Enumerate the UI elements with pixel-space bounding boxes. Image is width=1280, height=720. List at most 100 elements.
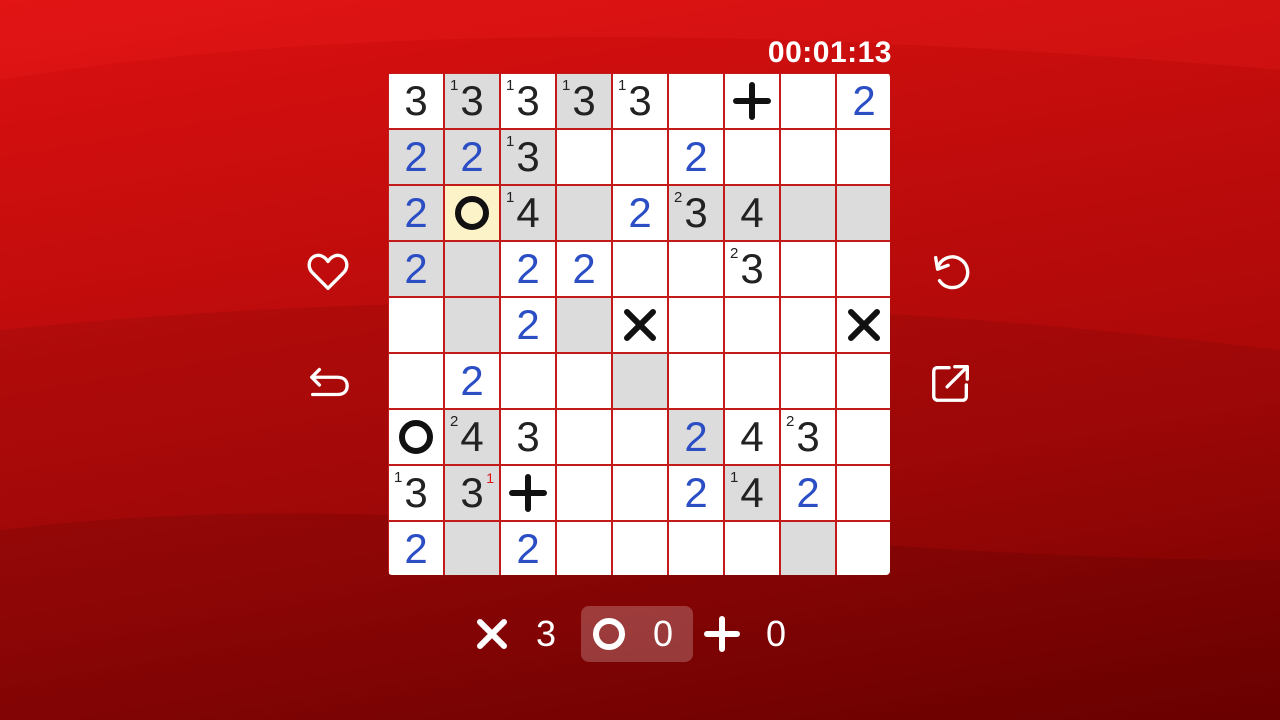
grid-cell-r8-c2[interactable]: 31 <box>445 466 499 520</box>
grid-cell-r7-c9[interactable] <box>837 410 890 464</box>
grid-cell-r7-c5[interactable] <box>613 410 667 464</box>
favorite-button[interactable] <box>302 246 354 298</box>
cell-number: 4 <box>460 413 484 460</box>
grid-cell-r6-c8[interactable] <box>781 354 835 408</box>
grid-cell-r3-c7[interactable]: 4 <box>725 186 779 240</box>
grid-cell-r7-c3[interactable]: 3 <box>501 410 555 464</box>
grid-cell-r6-c7[interactable] <box>725 354 779 408</box>
grid-cell-r7-c8[interactable]: 32 <box>781 410 835 464</box>
grid-cell-r7-c4[interactable] <box>557 410 611 464</box>
cell-number: 3 <box>460 469 484 516</box>
grid-cell-r9-c5[interactable] <box>613 522 667 575</box>
grid-cell-r1-c4[interactable]: 31 <box>557 74 611 128</box>
grid-cell-r1-c6[interactable] <box>669 74 723 128</box>
mark-toolbar: 3 0 0 <box>468 606 808 662</box>
grid-cell-r8-c8[interactable]: 2 <box>781 466 835 520</box>
grid-cell-r8-c4[interactable] <box>557 466 611 520</box>
cell-hint-number: 1 <box>506 189 515 206</box>
grid-cell-r9-c2[interactable] <box>445 522 499 575</box>
grid-cell-r4-c4[interactable]: 2 <box>557 242 611 296</box>
grid-cell-r4-c8[interactable] <box>781 242 835 296</box>
grid-cell-r9-c9[interactable] <box>837 522 890 575</box>
grid-cell-r6-c2[interactable]: 2 <box>445 354 499 408</box>
grid-cell-r3-c3[interactable]: 41 <box>501 186 555 240</box>
grid-cell-r5-c5[interactable] <box>613 298 667 352</box>
cell-number: 3 <box>404 77 428 124</box>
grid-cell-r2-c3[interactable]: 31 <box>501 130 555 184</box>
grid-cell-r5-c8[interactable] <box>781 298 835 352</box>
grid-cell-r5-c3[interactable]: 2 <box>501 298 555 352</box>
grid-cell-r5-c6[interactable] <box>669 298 723 352</box>
grid-cell-r5-c7[interactable] <box>725 298 779 352</box>
grid-cell-r1-c7[interactable] <box>725 74 779 128</box>
grid-cell-r7-c6[interactable]: 2 <box>669 410 723 464</box>
circle-icon <box>593 618 625 650</box>
grid-cell-r3-c6[interactable]: 32 <box>669 186 723 240</box>
grid-cell-r6-c6[interactable] <box>669 354 723 408</box>
grid-cell-r8-c5[interactable] <box>613 466 667 520</box>
grid-cell-r7-c2[interactable]: 42 <box>445 410 499 464</box>
share-button[interactable] <box>925 357 977 409</box>
grid-cell-r6-c3[interactable] <box>501 354 555 408</box>
grid-cell-r2-c4[interactable] <box>557 130 611 184</box>
grid-cell-r8-c6[interactable]: 2 <box>669 466 723 520</box>
grid-cell-r4-c3[interactable]: 2 <box>501 242 555 296</box>
grid-cell-r4-c5[interactable] <box>613 242 667 296</box>
cell-number: 2 <box>516 525 540 572</box>
grid-cell-r1-c5[interactable]: 31 <box>613 74 667 128</box>
grid-cell-r6-c5[interactable] <box>613 354 667 408</box>
grid-cell-r1-c9[interactable]: 2 <box>837 74 890 128</box>
grid-cell-r1-c1[interactable]: 3 <box>389 74 443 128</box>
cell-hint-number: 2 <box>674 189 683 206</box>
grid-cell-r3-c4[interactable] <box>557 186 611 240</box>
share-external-icon <box>932 365 969 402</box>
restart-button[interactable] <box>925 246 977 298</box>
grid-cell-r3-c2[interactable] <box>445 186 499 240</box>
grid-cell-r2-c6[interactable]: 2 <box>669 130 723 184</box>
grid-cell-r9-c7[interactable] <box>725 522 779 575</box>
grid-cell-r4-c9[interactable] <box>837 242 890 296</box>
grid-cell-r6-c4[interactable] <box>557 354 611 408</box>
grid-cell-r5-c9[interactable] <box>837 298 890 352</box>
grid-cell-r3-c5[interactable]: 2 <box>613 186 667 240</box>
grid-cell-r2-c9[interactable] <box>837 130 890 184</box>
grid-cell-r2-c7[interactable] <box>725 130 779 184</box>
grid-cell-r4-c6[interactable] <box>669 242 723 296</box>
grid-cell-r5-c1[interactable] <box>389 298 443 352</box>
grid-cell-r2-c5[interactable] <box>613 130 667 184</box>
grid-cell-r9-c1[interactable]: 2 <box>389 522 443 575</box>
grid-cell-r7-c7[interactable]: 4 <box>725 410 779 464</box>
grid-cell-r5-c2[interactable] <box>445 298 499 352</box>
grid-cell-r4-c7[interactable]: 32 <box>725 242 779 296</box>
grid-cell-r3-c8[interactable] <box>781 186 835 240</box>
cross-tool[interactable]: 3 <box>474 606 556 662</box>
grid-cell-r8-c7[interactable]: 41 <box>725 466 779 520</box>
cell-number: 2 <box>852 77 876 124</box>
grid-cell-r9-c3[interactable]: 2 <box>501 522 555 575</box>
grid-cell-r7-c1[interactable] <box>389 410 443 464</box>
grid-cell-r8-c9[interactable] <box>837 466 890 520</box>
grid-cell-r1-c8[interactable] <box>781 74 835 128</box>
grid-cell-r8-c3[interactable] <box>501 466 555 520</box>
plus-tool[interactable]: 0 <box>704 606 786 662</box>
grid-cell-r9-c6[interactable] <box>669 522 723 575</box>
grid-cell-r9-c4[interactable] <box>557 522 611 575</box>
grid-cell-r5-c4[interactable] <box>557 298 611 352</box>
grid-cell-r1-c3[interactable]: 31 <box>501 74 555 128</box>
grid-cell-r1-c2[interactable]: 31 <box>445 74 499 128</box>
circle-tool[interactable]: 0 <box>581 606 693 662</box>
grid-cell-r6-c1[interactable] <box>389 354 443 408</box>
grid-cell-r2-c2[interactable]: 2 <box>445 130 499 184</box>
undo-button[interactable] <box>302 357 354 409</box>
grid-cell-r3-c1[interactable]: 2 <box>389 186 443 240</box>
grid-cell-r4-c1[interactable]: 2 <box>389 242 443 296</box>
grid-cell-r4-c2[interactable] <box>445 242 499 296</box>
grid-cell-r2-c1[interactable]: 2 <box>389 130 443 184</box>
grid-cell-r8-c1[interactable]: 31 <box>389 466 443 520</box>
grid-cell-r6-c9[interactable] <box>837 354 890 408</box>
grid-cell-r3-c9[interactable] <box>837 186 890 240</box>
cell-number: 4 <box>740 413 764 460</box>
grid-cell-r2-c8[interactable] <box>781 130 835 184</box>
game-timer: 00:01:13 <box>767 36 892 69</box>
grid-cell-r9-c8[interactable] <box>781 522 835 575</box>
